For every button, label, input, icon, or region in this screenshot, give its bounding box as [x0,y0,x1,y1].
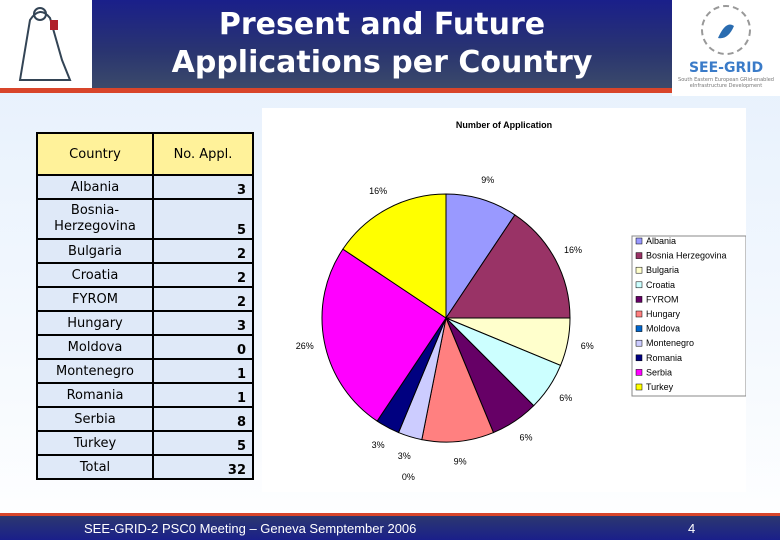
table-row: Croatia 2 [36,262,254,288]
pie-chart-svg: Number of Application 9% 16% 6% 6% 6% 9% 0% 3% 3… [296,120,747,482]
data-label: 26% [296,341,314,351]
legend-label: Bulgaria [646,265,679,275]
legend-label: Albania [646,236,676,246]
legend-swatch [635,310,643,318]
table-row: Turkey 5 [36,430,254,456]
legend-label: Serbia [646,367,672,377]
data-label: 6% [519,433,532,443]
table-row: Bulgaria 2 [36,238,254,264]
statue-logo-icon [18,7,72,81]
swirl-logo-icon [701,5,751,55]
legend-label: Romania [646,353,682,363]
table-row: FYROM 2 [36,286,254,312]
data-label: 0% [402,472,415,482]
data-label: 16% [564,245,582,255]
data-label: 6% [581,341,594,351]
table-total-row: Total 32 [36,454,254,480]
legend-swatch [635,296,643,303]
legend-swatch [635,383,643,391]
slide-footer: SEE-GRID-2 PSC0 Meeting – Geneva Semptem… [0,516,780,540]
page-number: 4 [688,521,696,536]
legend-swatch [635,237,643,245]
table-row: Bosnia-Herzegovina 5 [36,198,254,240]
see-grid-logo: SEE-GRID South Eastern European GRid-ena… [672,0,780,96]
legend-label: Moldova [646,324,680,334]
table-row: Serbia 8 [36,406,254,432]
legend-label: Turkey [646,382,674,392]
table-row: Romania 1 [36,382,254,408]
header-country: Country [36,132,154,176]
data-label: 3% [398,451,411,461]
header-count: No. Appl. [152,132,254,176]
slide-header: Present and Future Applications per Count… [92,0,672,88]
legend-swatch [635,325,643,332]
slide-title: Present and Future Applications per Count… [171,7,593,80]
legend-label: Croatia [646,280,675,290]
chart-title: Number of Application [456,120,552,130]
footer-text: SEE-GRID-2 PSC0 Meeting – Geneva Semptem… [84,521,417,536]
legend-label: Bosnia Herzegovina [646,251,727,261]
table-row: Hungary 3 [36,310,254,336]
table-row: Moldova 0 [36,334,254,360]
legend-swatch [635,354,643,362]
legend-swatch [635,252,643,259]
header-divider [0,88,672,93]
data-label: 16% [369,186,387,196]
table-row: Montenegro 1 [36,358,254,384]
legend-swatch [635,339,643,347]
data-label: 3% [372,440,385,450]
pie-chart: Number of Application 9% 16% 6% 6% 6% 9% 0% 3% 3… [262,108,747,492]
legend-label: FYROM [646,294,679,304]
legend-swatch [635,281,643,289]
legend-label: Hungary [646,309,681,319]
data-label: 6% [559,393,572,403]
table-row: Albania 3 [36,174,254,200]
legend-label: Montenegro [646,338,694,348]
logo-left [0,0,92,88]
legend-swatch [635,266,643,274]
applications-table: Country No. Appl. Albania 3 Bosnia-Herzego… [36,132,254,480]
data-label: 9% [481,175,494,185]
data-label: 9% [454,456,467,466]
legend-swatch [635,369,643,376]
